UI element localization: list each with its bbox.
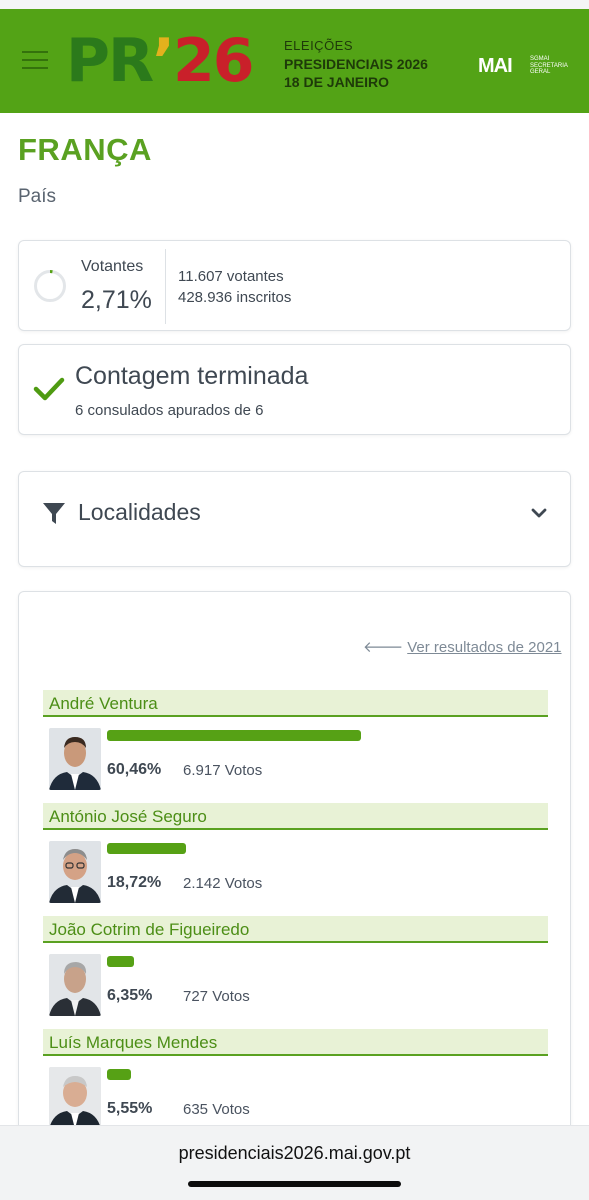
candidate-votes: 635 Votos <box>183 1101 250 1118</box>
candidate-row[interactable]: André Ventura 60,46% 6.917 Votos <box>43 690 548 800</box>
candidate-percent: 18,72% <box>107 874 162 891</box>
browser-address-bar[interactable]: presidenciais2026.mai.gov.pt <box>0 1125 589 1200</box>
logo-number: 26 <box>172 26 254 96</box>
site-header: PR’26 ELEIÇÕES PRESIDENCIAIS 2026 18 DE … <box>0 9 589 113</box>
candidate-photo <box>49 728 101 790</box>
election-line-1: ELEIÇÕES <box>284 38 354 53</box>
count-status-subtitle: 6 consulados apurados de 6 <box>75 402 264 419</box>
turnout-counts: 11.607 votantes 428.936 inscritos <box>178 266 291 308</box>
candidate-votes: 6.917 Votos <box>183 762 263 779</box>
localities-filter[interactable]: Localidades <box>18 471 571 567</box>
location-title: FRANÇA <box>18 132 152 167</box>
chevron-down-icon[interactable] <box>531 507 547 519</box>
candidate-votes: 727 Votos <box>183 988 250 1005</box>
logo-quote: ’ <box>152 26 175 96</box>
registered-count: 428.936 inscritos <box>178 289 292 306</box>
mai-logo[interactable]: MAI SGMAI SECRETARIA GERAL <box>478 55 568 83</box>
candidate-row[interactable]: António José Seguro 18,72% 2.142 Votos <box>43 803 548 913</box>
voters-count: 11.607 votantes <box>178 268 284 285</box>
count-status-title: Contagem terminada <box>75 362 309 390</box>
localities-label: Localidades <box>78 499 201 525</box>
previous-results-link[interactable]: 🡐 Ver resultados de 2021 <box>363 637 562 656</box>
pr26-logo[interactable]: PR’26 <box>66 26 254 96</box>
vote-share-bar <box>107 956 134 967</box>
results-card: 🡐 Ver resultados de 2021 André Ventura 60… <box>18 591 571 1151</box>
location-type: País <box>18 186 57 207</box>
candidate-photo <box>49 1067 101 1129</box>
url-text[interactable]: presidenciais2026.mai.gov.pt <box>0 1143 589 1164</box>
election-line-3: 18 DE JANEIRO <box>284 74 390 90</box>
status-bar <box>0 0 589 9</box>
divider <box>165 249 166 324</box>
arrow-left-icon: 🡐 <box>363 639 404 656</box>
vote-share-bar <box>107 730 361 741</box>
election-title: ELEIÇÕES PRESIDENCIAIS 2026 18 DE JANEIR… <box>284 37 428 91</box>
home-indicator[interactable] <box>188 1181 401 1187</box>
candidate-row[interactable]: João Cotrim de Figueiredo 6,35% 727 Voto… <box>43 916 548 1026</box>
candidate-row[interactable]: Luís Marques Mendes 5,55% 635 Votos <box>43 1029 548 1139</box>
mai-logo-subtitle: SGMAI SECRETARIA GERAL <box>530 56 568 75</box>
count-status-card: Contagem terminada 6 consulados apurados… <box>18 344 571 435</box>
candidate-name: João Cotrim de Figueiredo <box>43 916 548 943</box>
menu-icon[interactable] <box>22 49 48 71</box>
logo-pr-text: PR <box>66 26 154 96</box>
candidate-name: André Ventura <box>43 690 548 717</box>
candidate-votes: 2.142 Votos <box>183 875 263 892</box>
election-line-2: PRESIDENCIAIS 2026 <box>284 56 428 72</box>
candidate-photo <box>49 954 101 1016</box>
turnout-label: Votantes <box>81 258 144 275</box>
turnout-ring-progress <box>49 270 53 274</box>
candidate-percent: 5,55% <box>107 1100 153 1117</box>
candidate-photo <box>49 841 101 903</box>
checkmark-icon <box>33 377 65 401</box>
turnout-percent: 2,71% <box>81 286 152 314</box>
candidate-percent: 6,35% <box>107 987 153 1004</box>
candidate-name: Luís Marques Mendes <box>43 1029 548 1056</box>
filter-icon <box>43 503 65 524</box>
turnout-card: Votantes 2,71% 11.607 votantes 428.936 i… <box>18 240 571 331</box>
candidate-percent: 60,46% <box>107 761 162 778</box>
vote-share-bar <box>107 843 186 854</box>
vote-share-bar <box>107 1069 131 1080</box>
previous-results-label: Ver resultados de 2021 <box>407 639 562 656</box>
candidate-name: António José Seguro <box>43 803 548 830</box>
mai-logo-mark: MAI <box>478 55 513 77</box>
